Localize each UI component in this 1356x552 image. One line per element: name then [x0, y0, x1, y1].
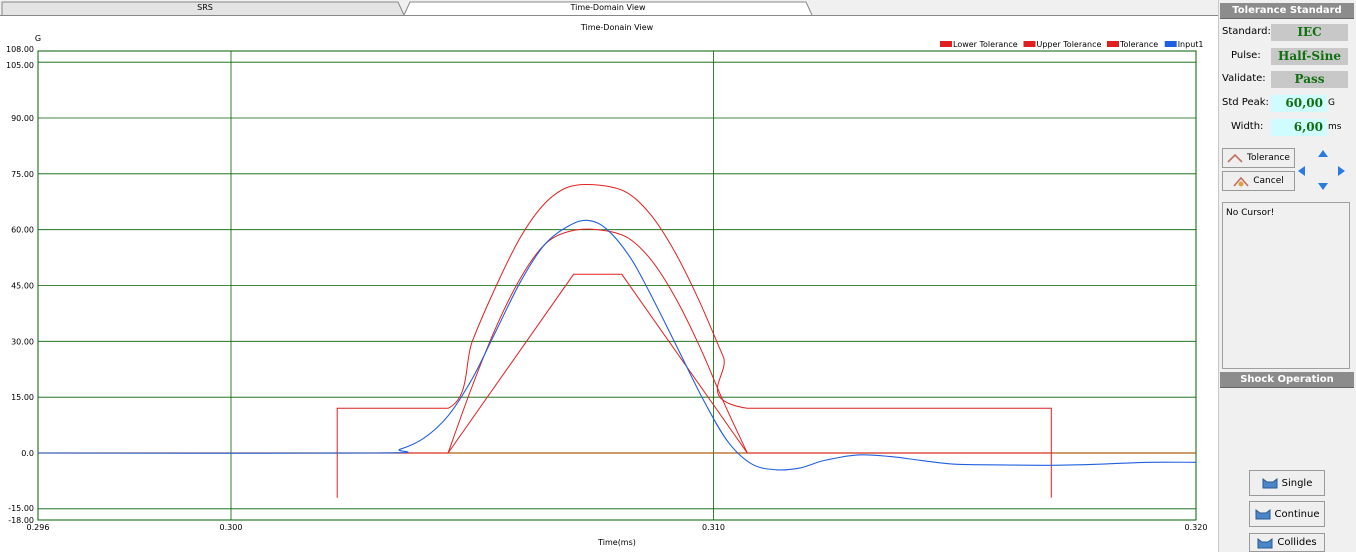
validate-value: Pass	[1271, 71, 1348, 88]
cancel-curve-icon	[1233, 176, 1249, 187]
legend-label: Lower Tolerance	[953, 40, 1018, 49]
x-axis-label: Time(ms)	[597, 538, 636, 547]
chart-title: Time-Donain View	[580, 23, 654, 32]
pulse-value[interactable]: Half-Sine	[1271, 48, 1348, 65]
standard-label: Standard:	[1222, 26, 1271, 37]
tolerance-standard-header: Tolerance Standard	[1220, 3, 1354, 19]
cancel-button-label: Cancel	[1253, 176, 1284, 186]
standard-value[interactable]: IEC	[1271, 24, 1348, 41]
legend-label: Tolerance	[1119, 40, 1158, 49]
legend-item: Input1	[1164, 40, 1204, 49]
legend-swatch	[940, 41, 952, 47]
x-tick-label: 0.310	[702, 523, 725, 532]
legend-swatch	[1164, 41, 1177, 47]
arrow-left-icon[interactable]	[1297, 165, 1309, 177]
legend-item: Tolerance	[1107, 40, 1158, 49]
arrow-right-icon[interactable]	[1334, 165, 1346, 177]
legend: Lower Tolerance Upper Tolerance Tolerance I…	[940, 40, 1204, 49]
time-domain-chart: 108.00 105.00 90.00 75.00 60.00 45.00 30.00 15.…	[6, 23, 1208, 547]
y-tick-label: 30.00	[11, 337, 34, 346]
tolerance-curve-icon	[1227, 153, 1243, 163]
continue-shock-icon	[1255, 509, 1271, 520]
y-tick-label: 90.00	[11, 114, 34, 123]
std-peak-input[interactable]: 60,00	[1271, 95, 1327, 112]
tab-srs[interactable]: SRS	[10, 1, 400, 14]
collides-shock-icon	[1257, 537, 1273, 548]
pulse-label: Pulse:	[1231, 50, 1261, 61]
x-tick-label: 0.320	[1185, 523, 1208, 532]
y-axis-unit: G	[35, 34, 41, 43]
tab-bar: SRS Time-Domain View	[0, 0, 1218, 16]
grid-layer	[37, 50, 1197, 521]
cursor-info-box: No Cursor!	[1222, 202, 1350, 369]
cursor-status-text: No Cursor!	[1226, 208, 1275, 218]
y-tick-label: 0.0	[21, 449, 34, 458]
legend-item: Upper Tolerance	[1023, 40, 1102, 49]
legend-item: Lower Tolerance	[940, 40, 1018, 49]
collides-button-label: Collides	[1277, 537, 1317, 548]
y-tick-label: 105.00	[6, 61, 34, 70]
legend-swatch	[1107, 41, 1119, 47]
legend-swatch	[1023, 41, 1036, 47]
arrow-down-icon[interactable]	[1317, 179, 1329, 191]
chart-panel: 108.00 105.00 90.00 75.00 60.00 45.00 30.00 15.…	[0, 16, 1218, 552]
collides-button[interactable]: Collides	[1249, 533, 1325, 552]
cancel-button[interactable]: Cancel	[1222, 171, 1295, 191]
single-button-label: Single	[1281, 477, 1313, 489]
y-tick-label: 75.00	[11, 170, 34, 179]
x-tick-label: 0.296	[27, 523, 50, 532]
tab-time-domain-view[interactable]: Time-Domain View	[410, 1, 806, 14]
legend-label: Upper Tolerance	[1037, 40, 1102, 49]
std-peak-label: Std Peak:	[1222, 97, 1269, 108]
y-tick-label: -15.00	[8, 504, 34, 513]
width-label: Width:	[1231, 121, 1264, 132]
continue-button[interactable]: Continue	[1249, 501, 1325, 527]
std-peak-unit: G	[1328, 98, 1335, 108]
y-tick-label: 108.00	[6, 45, 34, 54]
y-tick-label: 60.00	[11, 226, 34, 235]
y-tick-label: 45.00	[11, 282, 34, 291]
tolerance-button[interactable]: Tolerance	[1222, 148, 1295, 168]
x-tick-label: 0.300	[220, 523, 243, 532]
arrow-up-icon[interactable]	[1317, 149, 1329, 161]
width-unit: ms	[1328, 122, 1342, 132]
tolerance-button-label: Tolerance	[1247, 153, 1290, 163]
validate-label: Validate:	[1222, 73, 1266, 84]
shock-operation-header: Shock Operation	[1220, 372, 1354, 388]
single-button[interactable]: Single	[1249, 470, 1325, 496]
width-input[interactable]: 6,00	[1271, 119, 1327, 136]
legend-label: Input1	[1178, 40, 1204, 49]
single-shock-icon	[1262, 478, 1278, 489]
y-tick-label: 15.00	[11, 393, 34, 402]
continue-button-label: Continue	[1274, 508, 1320, 520]
